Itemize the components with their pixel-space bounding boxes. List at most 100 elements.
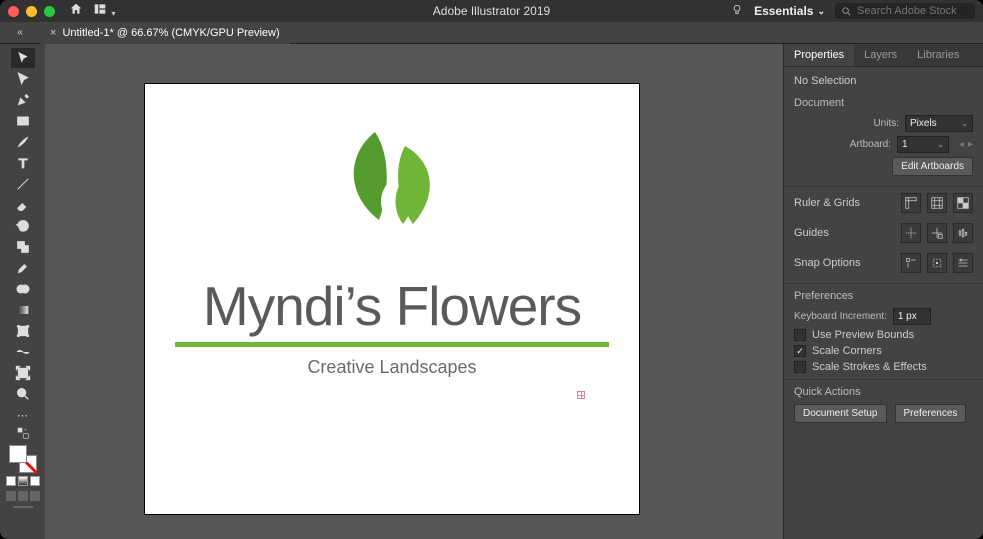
use-preview-bounds-label: Use Preview Bounds xyxy=(812,329,914,341)
guides-lock-icon[interactable] xyxy=(927,223,947,243)
section-quick-actions: Quick Actions xyxy=(794,386,973,398)
window-traffic-lights xyxy=(8,6,55,17)
tool-width[interactable] xyxy=(11,342,35,362)
tool-selection[interactable] xyxy=(11,48,35,68)
workspace-dropdown[interactable]: Essentials ⌄ xyxy=(754,4,825,18)
document-tab[interactable]: × Untitled-1* @ 66.67% (CMYK/GPU Preview… xyxy=(40,22,290,44)
transparency-grid-icon[interactable] xyxy=(953,193,973,213)
search-stock-input[interactable] xyxy=(857,5,967,17)
tool-direct-selection[interactable] xyxy=(11,69,35,89)
use-preview-bounds-row[interactable]: Use Preview Bounds xyxy=(794,329,973,341)
tool-line[interactable] xyxy=(11,174,35,194)
tool-scale[interactable] xyxy=(11,237,35,257)
draw-mode-row xyxy=(6,491,40,501)
artboard[interactable]: Myndi’s Flowers Creative Landscapes xyxy=(145,84,639,514)
fill-swatch[interactable] xyxy=(9,445,27,463)
draw-normal[interactable] xyxy=(6,491,16,501)
tab-properties[interactable]: Properties xyxy=(784,44,854,66)
draw-behind[interactable] xyxy=(18,491,28,501)
window-titlebar: ▾ Adobe Illustrator 2019 Essentials ⌄ xyxy=(0,0,983,22)
preferences-button[interactable]: Preferences xyxy=(895,404,967,423)
logo-leaves xyxy=(327,124,457,239)
snap-pixel-icon[interactable] xyxy=(901,253,921,273)
scale-corners-row[interactable]: Scale Corners xyxy=(794,345,973,357)
color-mode-solid[interactable] xyxy=(6,476,16,486)
panel-tab-bar: Properties Layers Libraries xyxy=(784,44,983,67)
chevron-down-icon: ⌄ xyxy=(937,140,944,149)
toolbar-separator xyxy=(13,506,33,508)
app-title: Adobe Illustrator 2019 xyxy=(433,4,550,18)
draw-inside[interactable] xyxy=(30,491,40,501)
scale-corners-label: Scale Corners xyxy=(812,345,882,357)
color-mode-row xyxy=(6,476,40,486)
color-mode-gradient[interactable] xyxy=(18,476,28,486)
properties-panel: Properties Layers Libraries No Selection… xyxy=(783,44,983,539)
document-tab-bar: « × Untitled-1* @ 66.67% (CMYK/GPU Previ… xyxy=(0,22,983,44)
learn-icon[interactable] xyxy=(730,3,744,20)
scale-corners-checkbox[interactable] xyxy=(794,345,806,357)
artboard-dropdown[interactable]: 1 ⌄ xyxy=(897,136,949,153)
window-minimize-button[interactable] xyxy=(26,6,37,17)
tool-type[interactable] xyxy=(11,153,35,173)
tool-paintbrush[interactable] xyxy=(11,132,35,152)
canvas-area[interactable]: Myndi’s Flowers Creative Landscapes xyxy=(45,44,783,539)
ruler-toggle-icon[interactable] xyxy=(901,193,921,213)
tab-bar-chevrons-icon[interactable]: « xyxy=(0,27,40,38)
tool-zoom[interactable] xyxy=(11,384,35,404)
grid-toggle-icon[interactable] xyxy=(927,193,947,213)
edit-artboards-button[interactable]: Edit Artboards xyxy=(892,157,973,176)
document-tab-label: Untitled-1* @ 66.67% (CMYK/GPU Preview) xyxy=(62,27,279,39)
artboard-value: 1 xyxy=(902,139,908,150)
search-stock[interactable] xyxy=(835,3,975,19)
use-preview-bounds-checkbox[interactable] xyxy=(794,329,806,341)
keyboard-increment-input[interactable]: 1 px xyxy=(893,308,931,325)
units-value: Pixels xyxy=(910,118,937,129)
tab-layers[interactable]: Layers xyxy=(854,44,907,66)
tool-free-transform[interactable] xyxy=(11,321,35,341)
text-overflow-indicator[interactable] xyxy=(577,391,585,399)
close-tab-icon[interactable]: × xyxy=(50,27,56,39)
guides-show-icon[interactable] xyxy=(901,223,921,243)
logo-subtitle-text[interactable]: Creative Landscapes xyxy=(145,357,639,378)
tool-rotate[interactable] xyxy=(11,216,35,236)
artboard-prev-icon[interactable]: ◂ xyxy=(959,139,964,150)
tool-edit-toolbar[interactable]: ⋯ xyxy=(11,405,35,425)
tab-libraries[interactable]: Libraries xyxy=(907,44,969,66)
window-maximize-button[interactable] xyxy=(44,6,55,17)
units-label: Units: xyxy=(873,118,899,129)
logo-divider-line[interactable] xyxy=(175,342,609,347)
color-mode-none[interactable] xyxy=(30,476,40,486)
section-guides: Guides xyxy=(794,227,829,239)
scale-strokes-row[interactable]: Scale Strokes & Effects xyxy=(794,361,973,373)
snap-grid-icon[interactable] xyxy=(953,253,973,273)
tool-eraser[interactable] xyxy=(11,195,35,215)
document-setup-button[interactable]: Document Setup xyxy=(794,404,887,423)
section-document: Document xyxy=(794,97,973,109)
tool-gradient[interactable] xyxy=(11,300,35,320)
tool-artboard[interactable] xyxy=(11,363,35,383)
selection-status: No Selection xyxy=(794,75,973,87)
tool-swap-fill-stroke[interactable] xyxy=(11,426,35,440)
tools-panel: ⋯ xyxy=(0,44,45,539)
section-ruler-grids: Ruler & Grids xyxy=(794,197,860,209)
section-snap-options: Snap Options xyxy=(794,257,861,269)
chevron-down-icon: ⌄ xyxy=(961,119,968,128)
units-dropdown[interactable]: Pixels ⌄ xyxy=(905,115,973,132)
smart-guides-icon[interactable] xyxy=(953,223,973,243)
fill-stroke-swatch[interactable] xyxy=(9,445,37,473)
scale-strokes-label: Scale Strokes & Effects xyxy=(812,361,927,373)
scale-strokes-checkbox[interactable] xyxy=(794,361,806,373)
arrange-documents-icon[interactable]: ▾ xyxy=(93,2,115,21)
tool-rectangle[interactable] xyxy=(11,111,35,131)
logo-title-text[interactable]: Myndi’s Flowers xyxy=(145,274,639,338)
tool-shape-builder[interactable] xyxy=(11,279,35,299)
chevron-down-icon: ⌄ xyxy=(817,6,825,17)
tool-pen[interactable] xyxy=(11,90,35,110)
window-close-button[interactable] xyxy=(8,6,19,17)
tool-eyedropper[interactable] xyxy=(11,258,35,278)
artboard-nav: ◂ ▸ xyxy=(959,139,973,150)
artboard-label: Artboard: xyxy=(850,139,891,150)
artboard-next-icon[interactable]: ▸ xyxy=(968,139,973,150)
snap-point-icon[interactable] xyxy=(927,253,947,273)
home-icon[interactable] xyxy=(69,2,83,21)
